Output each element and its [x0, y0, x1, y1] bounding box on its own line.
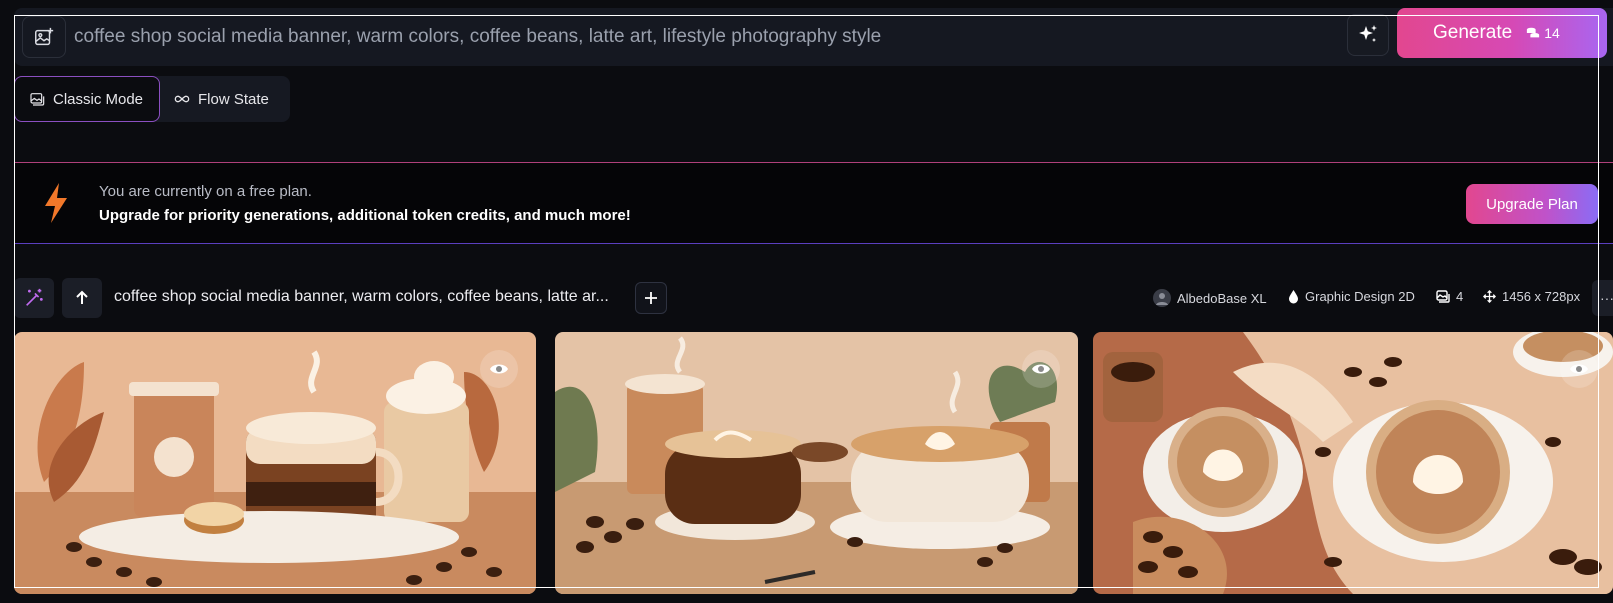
mode-toggle: Classic Mode Flow State: [14, 76, 290, 122]
style-info[interactable]: Graphic Design 2D: [1288, 289, 1415, 304]
sparkle-icon: [1359, 25, 1377, 42]
generation-toolbar: coffee shop social media banner, warm co…: [14, 278, 1613, 318]
tab-flow-state-label: Flow State: [198, 90, 269, 108]
prompt-input[interactable]: [74, 22, 1274, 52]
latte-cups-photo: [555, 332, 1078, 594]
token-count-value: 14: [1544, 25, 1560, 41]
infinity-icon: [174, 95, 190, 103]
add-image-button[interactable]: [22, 16, 66, 58]
token-count: 14: [1526, 25, 1560, 41]
upgrade-plan-button[interactable]: Upgrade Plan: [1466, 184, 1598, 224]
tab-classic-mode[interactable]: Classic Mode: [14, 76, 160, 122]
dimensions: 1456 x 728px: [1502, 289, 1581, 304]
generated-image-2[interactable]: [555, 332, 1078, 594]
arrow-up-icon: [76, 290, 88, 304]
drop-icon: [1289, 289, 1298, 303]
eye-icon: [1570, 364, 1588, 374]
generation-prompt-preview: coffee shop social media banner, warm co…: [114, 288, 609, 305]
image-count-info[interactable]: 4: [1436, 289, 1463, 304]
banner-plan-text: You are currently on a free plan.: [99, 183, 312, 200]
eye-icon: [490, 364, 508, 374]
move-arrows-icon: [1483, 290, 1496, 303]
preview-image-1-button[interactable]: [480, 350, 518, 388]
preview-image-2-button[interactable]: [1022, 350, 1060, 388]
banner-upgrade-text: Upgrade for priority generations, additi…: [99, 207, 631, 224]
model-avatar-icon: [1153, 289, 1171, 307]
lightning-bolt-icon: [45, 183, 67, 223]
preview-image-3-button[interactable]: [1560, 350, 1598, 388]
image-icon: [30, 93, 45, 106]
add-to-prompt-button[interactable]: [635, 282, 667, 314]
image-count: 4: [1456, 289, 1464, 304]
magic-wand-icon: [26, 288, 43, 306]
tab-classic-mode-label: Classic Mode: [53, 90, 144, 108]
generate-button[interactable]: Generate 14: [1397, 8, 1607, 58]
model-info[interactable]: AlbedoBase XL: [1153, 289, 1267, 307]
magic-wand-button[interactable]: [14, 278, 54, 318]
tab-flow-state[interactable]: Flow State: [160, 76, 283, 122]
token-coins-icon: [1527, 27, 1540, 38]
generate-label: Generate: [1433, 22, 1513, 43]
more-options-icon: ···: [1600, 290, 1613, 306]
images-icon: [1436, 290, 1450, 303]
style-name: Graphic Design 2D: [1305, 289, 1415, 304]
generated-image-3[interactable]: [1093, 332, 1613, 594]
plus-icon: [645, 292, 657, 304]
latte-art-topview-illustration: [1093, 332, 1613, 594]
model-name: AlbedoBase XL: [1177, 290, 1267, 306]
dimensions-info[interactable]: 1456 x 728px: [1483, 289, 1580, 304]
eye-icon: [1032, 364, 1050, 374]
image-plus-icon: [35, 27, 54, 46]
enhance-prompt-button[interactable]: [1347, 14, 1389, 56]
free-plan-banner: You are currently on a free plan. Upgrad…: [14, 162, 1613, 244]
coffee-drinks-illustration: [14, 332, 536, 594]
generated-image-1[interactable]: [14, 332, 536, 594]
reuse-prompt-button[interactable]: [62, 278, 102, 318]
more-options-button[interactable]: ···: [1592, 280, 1613, 316]
